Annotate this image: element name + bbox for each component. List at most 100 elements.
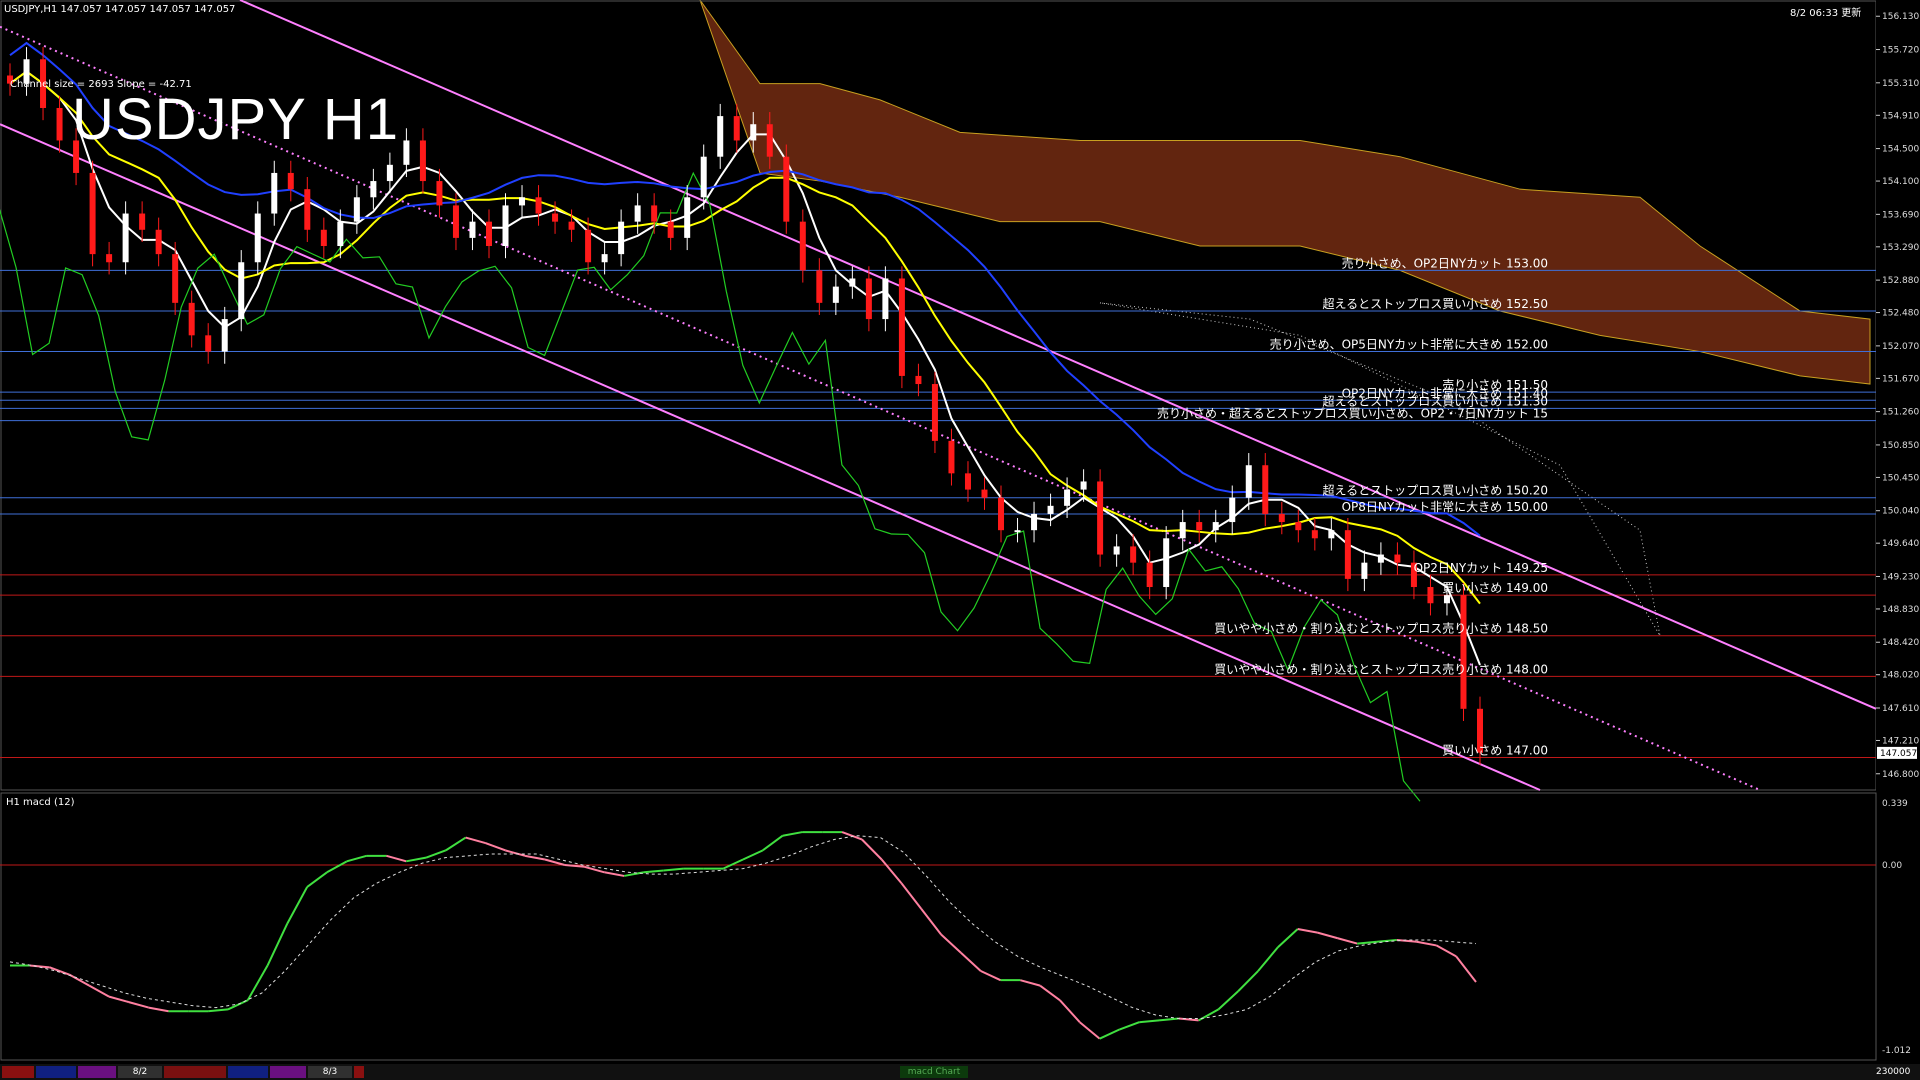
candle-body (1377, 554, 1384, 563)
level-label: 売り小さめ・超えるとストップロス買い小さめ、OP2・7日NYカット 15 (1157, 406, 1548, 421)
candle-body (568, 221, 575, 230)
axis-tick-label: 153.290 (1882, 243, 1919, 253)
level-label: 超えるとストップロス買い小さめ 152.50 (1323, 296, 1548, 311)
macd-segment (1416, 940, 1437, 947)
axis-tick-label: 147.210 (1882, 736, 1919, 746)
candle-body (1130, 546, 1137, 563)
candle-body (238, 262, 245, 320)
axis-tick-label: 149.230 (1882, 572, 1919, 582)
candle-body (139, 213, 146, 230)
candle-body (1311, 530, 1318, 539)
candle-body (1344, 530, 1351, 579)
tab-segment[interactable] (164, 1066, 226, 1078)
macd-segment (246, 965, 269, 1001)
macd-segment (940, 933, 962, 954)
candle-body (552, 213, 559, 222)
level-labels: 売り小さめ、OP2日NYカット 153.00 超えるとストップロス買い小さめ 15… (1157, 255, 1548, 757)
macd-segment (465, 836, 486, 845)
candle-body (452, 205, 459, 238)
axis-tick-label: 152.070 (1882, 342, 1919, 352)
macd-segment (900, 882, 923, 910)
candle-body (1113, 546, 1120, 555)
axis-bg (1876, 0, 1920, 1064)
level-label: 買い小さめ 147.00 (1442, 744, 1548, 758)
candle-body (485, 221, 492, 247)
macd-segment (544, 858, 565, 866)
candle-body (205, 335, 212, 352)
candle-body (287, 172, 294, 190)
axis-tick-label: 147.610 (1882, 704, 1919, 714)
macd-segment (1059, 999, 1081, 1023)
axis-tick-label: 148.020 (1882, 671, 1919, 681)
candle-body (601, 254, 608, 263)
level-label: 買いやや小さめ・割り込むとストップロス売り小さめ 148.00 (1214, 661, 1548, 676)
level-label: 売り小さめ、OP2日NYカット 153.00 (1342, 255, 1548, 270)
lower-cloud-dotted (1099, 302, 1661, 636)
macd-segment (1297, 927, 1318, 934)
date-tab-2[interactable]: 8/3 (308, 1066, 352, 1078)
candle-body (1097, 481, 1104, 555)
macd-segment (722, 858, 744, 870)
candle-body (1443, 595, 1450, 604)
macd-panel: 0.339 0.00 -1.012 (0, 792, 1911, 1061)
candle-body (469, 221, 476, 238)
tab-segment[interactable] (270, 1066, 306, 1078)
tab-segment[interactable] (36, 1066, 76, 1078)
candle-body (304, 189, 311, 230)
axis-tick-label: 150.450 (1882, 473, 1919, 483)
tab-segment[interactable] (228, 1066, 268, 1078)
candle-body (1031, 513, 1038, 531)
candle-body (1064, 489, 1071, 506)
level-label: 買い小さめ 149.00 (1442, 581, 1548, 595)
macd-segment (386, 854, 407, 863)
candle-body (618, 221, 625, 255)
candle-body (370, 181, 377, 198)
tab-segment[interactable] (354, 1066, 364, 1078)
macd-segment (49, 966, 70, 976)
candle-body (1262, 465, 1269, 514)
macd-segment (148, 1006, 169, 1013)
candle-body (651, 205, 658, 222)
chart-canvas[interactable]: 売り小さめ、OP2日NYカット 153.00 超えるとストップロス買い小さめ 15… (0, 0, 1920, 1080)
candle-body (931, 384, 938, 441)
axis-tick-label: 148.830 (1882, 605, 1919, 615)
axis-tick-label: 152.480 (1882, 309, 1919, 319)
macd-segment (1079, 1021, 1101, 1040)
symbol-header: USDJPY,H1 147.057 147.057 147.057 147.05… (4, 4, 236, 15)
level-label: 買いやや小さめ・割り込むとストップロス売り小さめ 148.50 (1214, 621, 1548, 636)
macd-segment (643, 869, 664, 874)
axis-tick-label: 151.670 (1882, 374, 1919, 384)
candle-body (172, 254, 179, 303)
axis-tick-label: 155.720 (1882, 46, 1919, 56)
macd-segment (505, 849, 526, 857)
macd-segment (782, 831, 803, 837)
last-price-text: 147.057 (1880, 749, 1917, 759)
level-label: OP8日NYカット非常に大きめ 150.00 (1342, 500, 1548, 514)
macd-segment (960, 952, 982, 972)
macd-segment (1099, 1028, 1120, 1040)
tab-segment[interactable] (78, 1066, 116, 1078)
macd-segment (68, 973, 90, 987)
axis-tick-label: 146.800 (1882, 770, 1919, 780)
macd-segment (880, 858, 903, 884)
candle-body (849, 278, 856, 287)
channel-upper (239, 0, 1877, 710)
macd-segment (524, 854, 546, 861)
macd-segment (1317, 931, 1338, 940)
macd-tab[interactable]: macd Chart (900, 1066, 968, 1078)
axis-tick-label: 155.310 (1882, 79, 1919, 89)
date-tab-1[interactable]: 8/2 (118, 1066, 162, 1078)
candle-body (998, 497, 1005, 531)
candle-body (799, 221, 806, 271)
macd-signal-line (9, 835, 1477, 1020)
chart-title: USDJPY H1 (72, 87, 400, 152)
candle-body (1460, 595, 1467, 709)
candle-body (585, 229, 592, 263)
candle-body (1163, 538, 1170, 588)
candle-body (502, 205, 509, 247)
candle-body (948, 440, 955, 474)
tab-segment[interactable] (2, 1066, 34, 1078)
axis-tick-label: 153.690 (1882, 210, 1919, 220)
candle-body (750, 124, 757, 141)
candle-body (106, 254, 113, 263)
